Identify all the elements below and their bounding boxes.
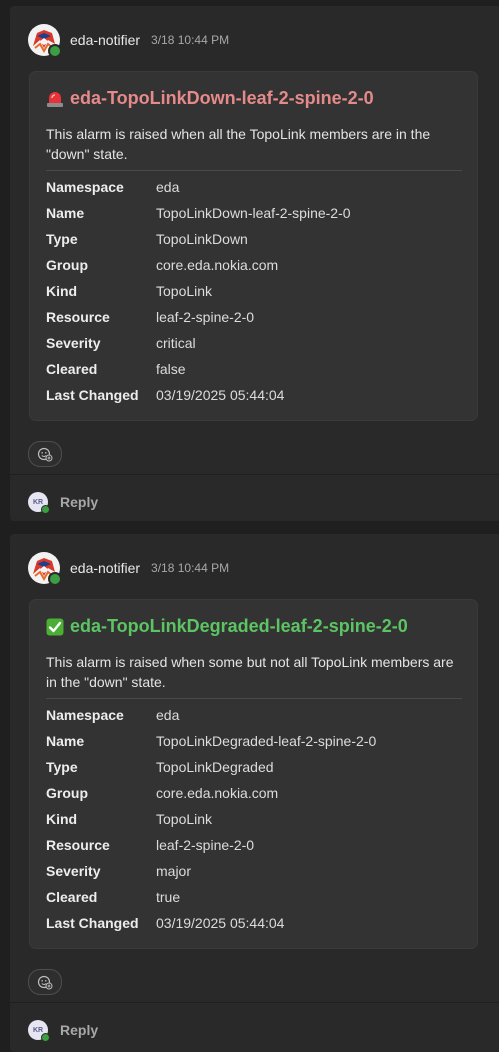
fact-value: eda bbox=[156, 179, 180, 195]
fact-value: 03/19/2025 05:44:04 bbox=[156, 387, 285, 403]
add-reaction-button[interactable] bbox=[28, 441, 62, 467]
fact-value: false bbox=[156, 361, 186, 377]
fact-key: Cleared bbox=[46, 889, 98, 905]
fact-row-name: Name TopoLinkDown-leaf-2-spine-2-0 bbox=[46, 200, 466, 226]
fact-row-group: Group core.eda.nokia.com bbox=[46, 780, 466, 806]
fact-value: core.eda.nokia.com bbox=[156, 785, 279, 801]
check-mark-button-icon bbox=[46, 618, 64, 636]
fact-set: Namespace eda Name TopoLinkDegraded-leaf-2… bbox=[46, 702, 466, 936]
fact-value: TopoLinkDown-leaf-2-spine-2-0 bbox=[156, 205, 351, 221]
message-thread-1: eda-notifier 3/18 10:44 PM eda-TopoLinkD… bbox=[10, 6, 499, 521]
fact-value: major bbox=[156, 863, 192, 879]
fact-row-type: Type TopoLinkDegraded bbox=[46, 754, 466, 780]
message-thread-2: eda-notifier 3/18 10:44 PM eda-TopoLinkD… bbox=[10, 534, 499, 1052]
fact-value: TopoLink bbox=[156, 811, 213, 827]
fact-key: Type bbox=[46, 759, 78, 775]
fact-value: critical bbox=[156, 335, 196, 351]
fact-row-namespace: Namespace eda bbox=[46, 702, 466, 728]
fact-key: Kind bbox=[46, 283, 78, 299]
fact-row-namespace: Namespace eda bbox=[46, 174, 466, 200]
user-avatar: KR bbox=[28, 1020, 50, 1042]
sender-avatar[interactable] bbox=[28, 552, 62, 586]
fact-key: Severity bbox=[46, 863, 101, 879]
fact-row-last-changed: Last Changed 03/19/2025 05:44:04 bbox=[46, 910, 466, 936]
fact-row-cleared: Cleared false bbox=[46, 356, 466, 382]
sender-avatar[interactable] bbox=[28, 24, 62, 58]
presence-available-icon bbox=[48, 572, 62, 586]
user-avatar: KR bbox=[28, 492, 50, 514]
message-timestamp: 3/18 10:44 PM bbox=[151, 561, 230, 575]
fact-key: Group bbox=[46, 785, 88, 801]
sender-name[interactable]: eda-notifier bbox=[70, 32, 140, 48]
fact-key: Namespace bbox=[46, 179, 124, 195]
fact-value: true bbox=[156, 889, 181, 905]
fact-set: Namespace eda Name TopoLinkDown-leaf-2-spi… bbox=[46, 174, 466, 408]
fact-value: TopoLink bbox=[156, 283, 213, 299]
presence-available-icon bbox=[41, 1033, 50, 1042]
fact-key: Name bbox=[46, 733, 85, 749]
card-title: eda-TopoLinkDown-leaf-2-spine-2-0 bbox=[46, 88, 374, 109]
card-description: This alarm is raised when some but not a… bbox=[46, 654, 454, 690]
reply-button[interactable]: KR Reply bbox=[28, 490, 98, 514]
reply-divider bbox=[10, 1002, 499, 1003]
fact-row-name: Name TopoLinkDegraded-leaf-2-spine-2-0 bbox=[46, 728, 466, 754]
user-initials: KR bbox=[32, 498, 44, 506]
card-title: eda-TopoLinkDegraded-leaf-2-spine-2-0 bbox=[46, 616, 408, 637]
fact-row-type: Type TopoLinkDown bbox=[46, 226, 466, 252]
fact-key: Type bbox=[46, 231, 78, 247]
fact-key: Last Changed bbox=[46, 387, 139, 403]
message-header: eda-notifier 3/18 10:44 PM bbox=[28, 550, 488, 586]
add-reaction-button[interactable] bbox=[28, 969, 62, 995]
fact-key: Name bbox=[46, 205, 85, 221]
reply-divider bbox=[10, 474, 499, 475]
presence-available-icon bbox=[41, 505, 50, 514]
fact-key: Severity bbox=[46, 335, 101, 351]
fact-row-resource: Resource leaf-2-spine-2-0 bbox=[46, 304, 466, 330]
fact-key: Cleared bbox=[46, 361, 98, 377]
fact-row-kind: Kind TopoLink bbox=[46, 806, 466, 832]
fact-value: leaf-2-spine-2-0 bbox=[156, 837, 255, 853]
rotating-light-icon bbox=[46, 90, 64, 108]
reply-button[interactable]: KR Reply bbox=[28, 1018, 98, 1042]
adaptive-card: eda-TopoLinkDown-leaf-2-spine-2-0 This a… bbox=[30, 72, 477, 420]
card-title-text: eda-TopoLinkDegraded-leaf-2-spine-2-0 bbox=[70, 616, 408, 636]
adaptive-card: eda-TopoLinkDegraded-leaf-2-spine-2-0 Th… bbox=[30, 600, 477, 948]
card-title-text: eda-TopoLinkDown-leaf-2-spine-2-0 bbox=[70, 88, 374, 108]
fact-row-cleared: Cleared true bbox=[46, 884, 466, 910]
fact-value: TopoLinkDegraded-leaf-2-spine-2-0 bbox=[156, 733, 377, 749]
fact-value: eda bbox=[156, 707, 180, 723]
fact-row-severity: Severity major bbox=[46, 858, 466, 884]
fact-key: Group bbox=[46, 257, 88, 273]
message-header: eda-notifier 3/18 10:44 PM bbox=[28, 22, 488, 58]
fact-value: TopoLinkDegraded bbox=[156, 759, 274, 775]
reply-label: Reply bbox=[60, 494, 99, 510]
add-reaction-icon bbox=[37, 975, 53, 990]
fact-value: TopoLinkDown bbox=[156, 231, 248, 247]
reply-label: Reply bbox=[60, 1022, 99, 1038]
presence-available-icon bbox=[48, 44, 62, 58]
fact-value: core.eda.nokia.com bbox=[156, 257, 279, 273]
fact-row-last-changed: Last Changed 03/19/2025 05:44:04 bbox=[46, 382, 466, 408]
card-description: This alarm is raised when all the TopoLi… bbox=[46, 126, 431, 162]
sender-name[interactable]: eda-notifier bbox=[70, 560, 140, 576]
fact-key: Last Changed bbox=[46, 915, 139, 931]
fact-value: leaf-2-spine-2-0 bbox=[156, 309, 255, 325]
fact-key: Resource bbox=[46, 837, 110, 853]
card-divider bbox=[46, 170, 462, 171]
fact-key: Kind bbox=[46, 811, 78, 827]
fact-key: Resource bbox=[46, 309, 110, 325]
message-timestamp: 3/18 10:44 PM bbox=[151, 33, 230, 47]
add-reaction-icon bbox=[37, 447, 53, 462]
fact-row-severity: Severity critical bbox=[46, 330, 466, 356]
fact-key: Namespace bbox=[46, 707, 124, 723]
fact-row-resource: Resource leaf-2-spine-2-0 bbox=[46, 832, 466, 858]
fact-row-kind: Kind TopoLink bbox=[46, 278, 466, 304]
user-initials: KR bbox=[32, 1026, 44, 1034]
fact-row-group: Group core.eda.nokia.com bbox=[46, 252, 466, 278]
fact-value: 03/19/2025 05:44:04 bbox=[156, 915, 285, 931]
card-divider bbox=[46, 698, 462, 699]
